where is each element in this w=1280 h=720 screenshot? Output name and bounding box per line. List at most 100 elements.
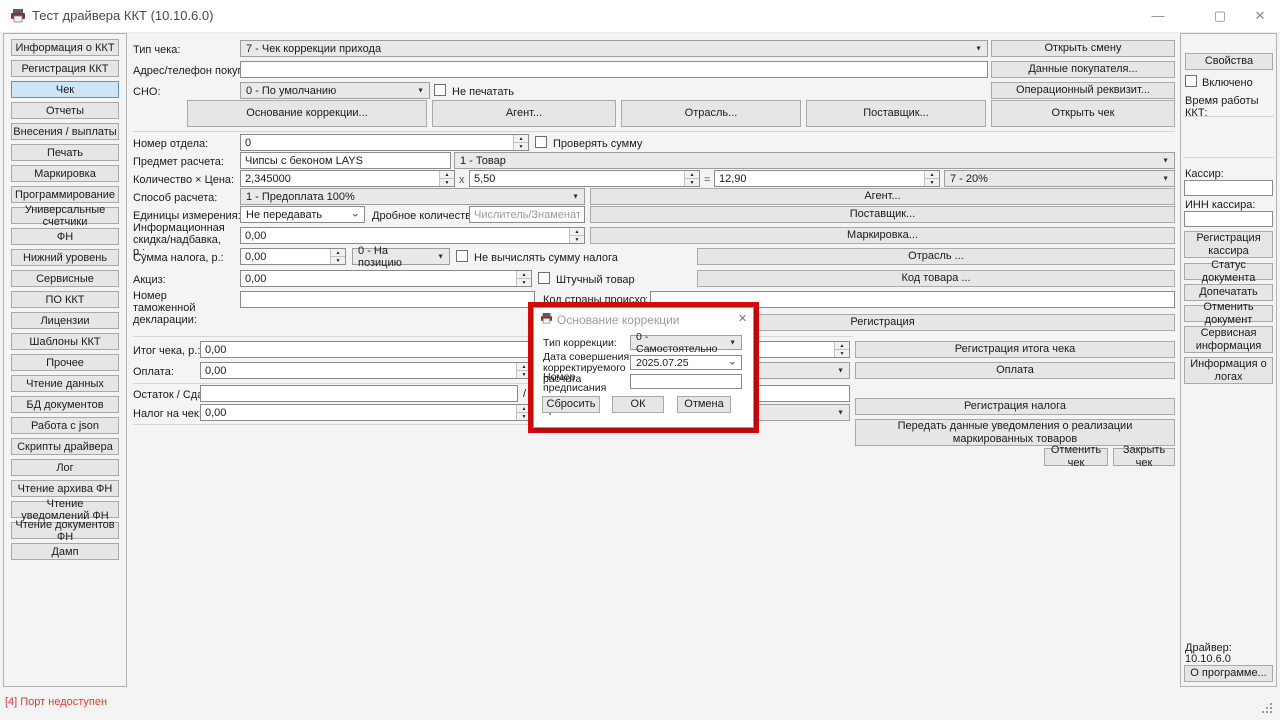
resize-grip-icon[interactable] [1262, 702, 1273, 713]
sidebar-item[interactable]: Дамп [11, 543, 119, 560]
spinner-buttons[interactable]: ▲▼ [330, 249, 345, 264]
industry-button-top[interactable]: Отрасль... [621, 100, 801, 127]
sidebar-item[interactable]: Программирование [11, 186, 119, 203]
payment-method-combo[interactable]: 1 - Предоплата 100% ▼ [240, 188, 585, 205]
supplier-button[interactable]: Поставщик... [590, 206, 1175, 223]
sidebar-item[interactable]: Лог [11, 459, 119, 476]
open-shift-button[interactable]: Открыть смену [991, 40, 1175, 57]
correction-type-combo[interactable]: 0 - Самостоятельно ▼ [630, 335, 742, 350]
cancel-doc-button[interactable]: Отменить документ [1184, 305, 1273, 322]
customs-input[interactable] [245, 294, 530, 306]
cashier-input[interactable] [1189, 182, 1268, 194]
sidebar-item[interactable]: Информация о ККТ [11, 39, 119, 56]
spin-up-icon[interactable]: ▲ [835, 342, 849, 349]
register-tax-button[interactable]: Регистрация налога [855, 398, 1175, 415]
remainder-input[interactable] [205, 388, 513, 400]
piece-goods-checkbox[interactable] [538, 272, 550, 284]
minimize-icon[interactable]: — [1140, 1, 1176, 30]
register-total-button[interactable]: Регистрация итога чека [855, 341, 1175, 358]
product-code-button[interactable]: Код товара ... [697, 270, 1175, 287]
spinner-buttons[interactable]: ▲▼ [834, 342, 849, 357]
dialog-ok-button[interactable]: ОК [612, 396, 664, 413]
log-info-button[interactable]: Информация о логах [1184, 357, 1273, 384]
spin-up-icon[interactable]: ▲ [514, 135, 528, 142]
dialog-cancel-button[interactable]: Отмена [677, 396, 731, 413]
maximize-icon[interactable]: ▢ [1202, 1, 1238, 30]
receipt-type-combo[interactable]: 7 - Чек коррекции прихода ▼ [240, 40, 988, 57]
spin-down-icon[interactable]: ▼ [331, 256, 345, 264]
close-receipt-button[interactable]: Закрыть чек [1113, 448, 1175, 466]
cancel-receipt-button[interactable]: Отменить чек [1044, 448, 1108, 466]
spin-down-icon[interactable]: ▼ [517, 278, 531, 286]
spin-up-icon[interactable]: ▲ [685, 171, 699, 178]
receipt-tax-spinner[interactable]: 0,00 ▲▼ [200, 404, 532, 421]
marking-button[interactable]: Маркировка... [590, 227, 1175, 244]
spin-up-icon[interactable]: ▲ [517, 271, 531, 278]
quantity-spinner[interactable]: 2,345000 ▲▼ [240, 170, 455, 187]
sidebar-item[interactable]: Нижний уровень [11, 249, 119, 266]
payment-button[interactable]: Оплата [855, 362, 1175, 379]
no-print-checkbox[interactable] [434, 84, 446, 96]
properties-button[interactable]: Свойства [1185, 53, 1273, 70]
cashier-inn-input[interactable] [1189, 213, 1268, 225]
open-receipt-button[interactable]: Открыть чек [991, 100, 1175, 127]
no-calc-tax-checkbox[interactable] [456, 250, 468, 262]
sidebar-item[interactable]: Чтение данных [11, 375, 119, 392]
subject-input[interactable] [245, 155, 446, 167]
supplier-button-top[interactable]: Поставщик... [806, 100, 986, 127]
sidebar-item[interactable]: Чтение уведомлений ФН [11, 501, 119, 518]
excise-spinner[interactable]: 0,00 ▲▼ [240, 270, 532, 287]
correction-basis-button[interactable]: Основание коррекции... [187, 100, 427, 127]
spinner-buttons[interactable]: ▲▼ [684, 171, 699, 186]
sidebar-item[interactable]: Печать [11, 144, 119, 161]
agent-button-top[interactable]: Агент... [432, 100, 616, 127]
correction-date-picker[interactable]: 2025.07.25 ⌄ [630, 355, 742, 370]
spin-down-icon[interactable]: ▼ [570, 235, 584, 243]
register-cashier-button[interactable]: Регистрация кассира [1184, 231, 1273, 258]
sidebar-item[interactable]: Работа с json [11, 417, 119, 434]
spin-down-icon[interactable]: ▼ [925, 178, 939, 186]
discount-spinner[interactable]: 0,00 ▲▼ [240, 227, 585, 244]
dialog-reset-button[interactable]: Сбросить [542, 396, 600, 413]
enabled-checkbox[interactable] [1185, 75, 1197, 87]
subject-type-combo[interactable]: 1 - Товар ▼ [454, 152, 1175, 169]
service-info-button[interactable]: Сервисная информация [1184, 326, 1273, 353]
department-spinner[interactable]: 0 ▲▼ [240, 134, 529, 151]
sidebar-item[interactable]: Прочее [11, 354, 119, 371]
spinner-buttons[interactable]: ▲▼ [439, 171, 454, 186]
agent-button[interactable]: Агент... [590, 188, 1175, 205]
sidebar-item[interactable]: Шаблоны ККТ [11, 333, 119, 350]
tax-rate-combo[interactable]: 7 - 20% ▼ [944, 170, 1175, 187]
spinner-buttons[interactable]: ▲▼ [924, 171, 939, 186]
sidebar-item[interactable]: БД документов [11, 396, 119, 413]
close-icon[interactable]: ✕ [1242, 1, 1278, 30]
sidebar-item[interactable]: Чтение архива ФН [11, 480, 119, 497]
sidebar-item[interactable]: ФН [11, 228, 119, 245]
sidebar-item[interactable]: ПО ККТ [11, 291, 119, 308]
industry-button[interactable]: Отрасль ... [697, 248, 1175, 265]
sidebar-item[interactable]: Чек [11, 81, 119, 98]
sidebar-item[interactable]: Отчеты [11, 102, 119, 119]
sidebar-item[interactable]: Универсальные счетчики [11, 207, 119, 224]
dialog-close-icon[interactable]: ✕ [738, 313, 747, 325]
payment-spinner[interactable]: 0,00 ▲▼ [200, 362, 532, 379]
sum-spinner[interactable]: 12,90 ▲▼ [714, 170, 940, 187]
sidebar-item[interactable]: Сервисные [11, 270, 119, 287]
sidebar-item[interactable]: Регистрация ККТ [11, 60, 119, 77]
sidebar-item[interactable]: Скрипты драйвера [11, 438, 119, 455]
spinner-buttons[interactable]: ▲▼ [516, 271, 531, 286]
sidebar-item[interactable]: Лицензии [11, 312, 119, 329]
about-button[interactable]: О программе... [1184, 665, 1273, 682]
buyer-data-button[interactable]: Данные покупателя... [991, 61, 1175, 78]
transfer-marked-button[interactable]: Передать данные уведомления о реализации… [855, 419, 1175, 446]
spin-down-icon[interactable]: ▼ [835, 349, 849, 357]
spin-down-icon[interactable]: ▼ [685, 178, 699, 186]
spin-up-icon[interactable]: ▲ [925, 171, 939, 178]
sidebar-item[interactable]: Чтение документов ФН [11, 522, 119, 539]
check-sum-checkbox[interactable] [535, 136, 547, 148]
spinner-buttons[interactable]: ▲▼ [513, 135, 528, 150]
buyer-address-input[interactable] [245, 64, 983, 76]
operational-attr-button[interactable]: Операционный реквизит... [991, 82, 1175, 99]
units-combo[interactable]: Не передавать ⌄ [240, 206, 365, 223]
price-spinner[interactable]: 5,50 ▲▼ [469, 170, 700, 187]
